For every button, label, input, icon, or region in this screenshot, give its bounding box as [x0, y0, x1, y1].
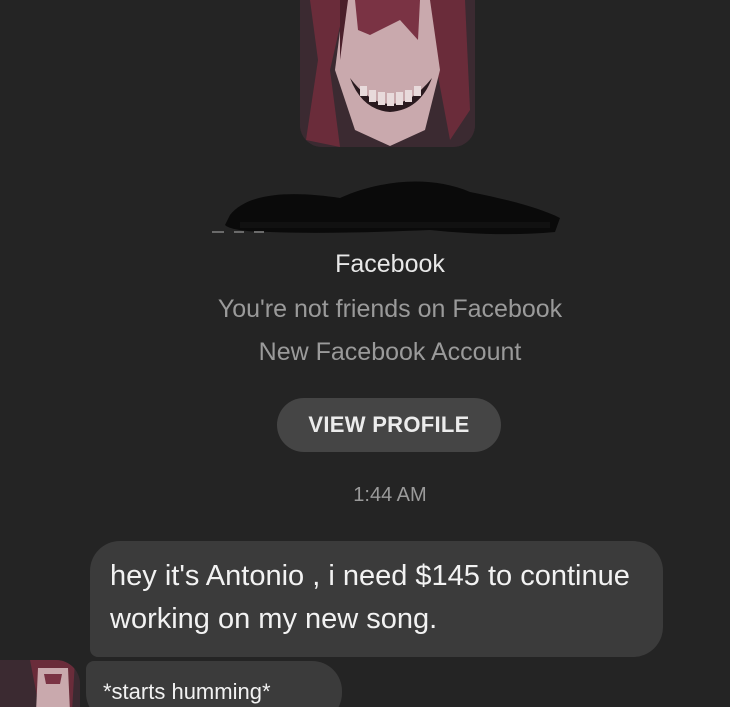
chat-screen: Facebook You're not friends on Facebook …	[0, 0, 730, 707]
view-profile-button[interactable]: VIEW PROFILE	[277, 398, 501, 452]
sender-avatar-icon[interactable]	[0, 660, 80, 707]
message-text: *starts humming*	[103, 679, 271, 704]
account-status: New Facebook Account	[258, 338, 522, 366]
message-text: hey it's Antonio , i need $145 to contin…	[110, 560, 630, 635]
message-bubble[interactable]: *starts humming*	[86, 661, 342, 707]
message-bubble[interactable]: hey it's Antonio , i need $145 to contin…	[90, 541, 663, 657]
redacted-name	[210, 170, 570, 240]
profile-avatar-icon[interactable]	[300, 0, 475, 147]
platform-name: Facebook	[335, 250, 445, 278]
friendship-status: You're not friends on Facebook	[217, 295, 563, 323]
message-timestamp: 1:44 AM	[353, 484, 427, 506]
